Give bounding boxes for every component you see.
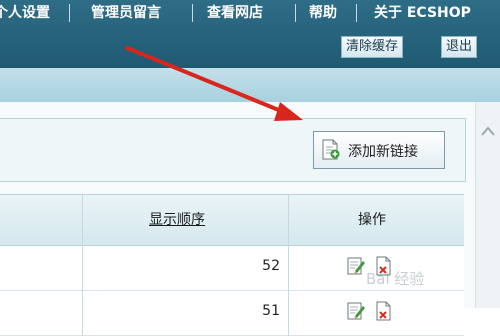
display-order-value: 52 [262,258,280,274]
document-add-icon [322,139,340,160]
nav-item-help[interactable]: 帮助 [309,2,337,24]
display-order-value: 51 [262,303,280,319]
nav-item-personal-settings[interactable]: 个人设置 [0,2,50,24]
vertical-scrollbar[interactable] [475,102,500,308]
nav-item-about-ecshop[interactable]: 关于 ECSHOP [374,2,471,24]
remove-document-icon[interactable] [375,301,393,321]
logout-button[interactable]: 退出 [441,36,478,58]
clear-cache-button[interactable]: 清除缓存 [341,36,404,58]
nav-item-admin-messages[interactable]: 管理员留言 [91,2,161,24]
table-row: 51 [0,291,464,336]
column-header-display-order[interactable]: 显示顺序 [149,209,205,229]
edit-pencil-icon[interactable] [347,301,365,321]
edit-pencil-icon[interactable] [347,256,365,276]
nav-separator [356,4,357,22]
nav-separator [295,4,296,22]
column-header-operation: 操作 [358,212,386,228]
add-new-link-button[interactable]: 添加新链接 [313,131,445,169]
column-divider [82,194,83,336]
nav-separator [69,4,70,22]
chevron-up-icon[interactable] [480,124,496,138]
watermark: Bai 经验 [366,270,425,288]
add-new-link-label: 添加新链接 [348,144,418,160]
secondary-bar [0,68,500,102]
table-header: 显示顺序 操作 [0,194,464,246]
top-navigation-bar: 个人设置 管理员留言 查看网店 帮助 关于 ECSHOP 清除缓存 退出 [0,0,500,68]
nav-item-view-store[interactable]: 查看网店 [207,2,263,24]
nav-separator [192,4,193,22]
column-divider [288,194,289,336]
